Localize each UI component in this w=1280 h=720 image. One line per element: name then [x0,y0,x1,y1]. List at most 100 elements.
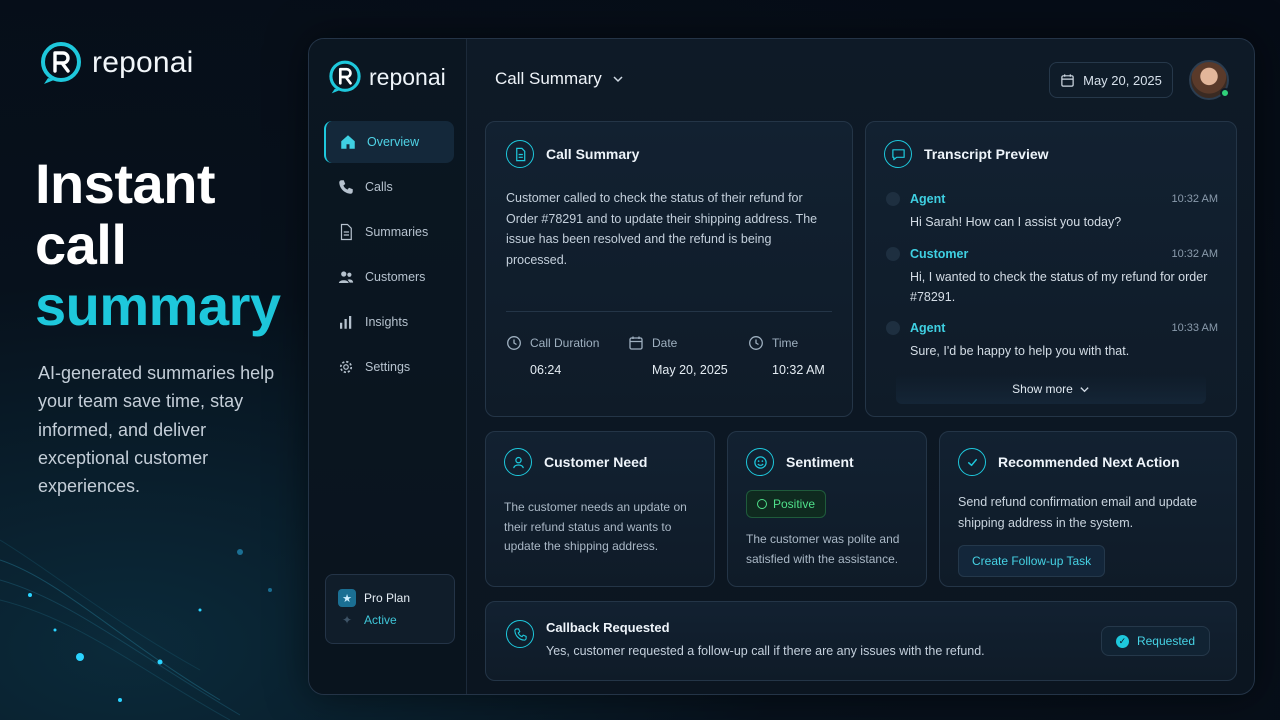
chat-bubble-icon [884,140,912,168]
check-circle-icon [958,448,986,476]
speaker-avatar-icon [886,192,900,206]
transcript-message: Agent 10:33 AM Sure, I'd be happy to hel… [886,321,1218,361]
speaker-avatar-icon [886,321,900,335]
page-title: Call Summary [495,69,602,88]
sidebar-item-summaries[interactable]: Summaries [324,211,454,253]
calendar-icon [1061,73,1074,87]
hero-brand-name: reponai [92,46,194,79]
message-text: Hi, I wanted to check the status of my r… [910,270,1208,304]
requested-badge: ✓ Requested [1100,626,1210,656]
sentiment-badge-label: Positive [773,497,816,511]
calendar-icon [629,336,643,350]
sidebar-item-settings[interactable]: Settings [324,346,454,388]
callback-card: Callback Requested Yes, customer request… [485,601,1237,681]
call-date: Date May 20, 2025 [628,335,748,377]
next-action-card: Recommended Next Action Send refund conf… [939,431,1237,587]
sentiment-title: Sentiment [786,454,854,470]
sidebar-item-label: Customers [365,270,426,284]
message-text: Sure, I'd be happy to help you with that… [910,344,1130,358]
transcript-message: Customer 10:32 AM Hi, I wanted to check … [886,247,1218,307]
document-icon [340,223,352,241]
next-action-title: Recommended Next Action [998,454,1180,470]
date-picker[interactable]: May 20, 2025 [1049,62,1173,98]
sidebar-item-label: Calls [365,180,393,194]
check-icon: ✓ [1115,634,1129,648]
sidebar-item-label: Settings [365,360,411,374]
page-title-dropdown[interactable]: Call Summary [495,69,624,89]
callback-text: Yes, customer requested a follow-up call… [546,644,985,658]
sidebar-brand-name: reponai [369,63,446,90]
create-follow-up-task-button[interactable]: Create Follow-up Task [958,545,1106,577]
call-time-value: 10:32 AM [772,363,825,377]
message-speaker: Agent [910,192,946,206]
user-avatar[interactable] [1189,60,1230,100]
status-dot-icon [757,499,767,509]
sentiment-card: Sentiment Positive The customer was poli… [727,431,927,587]
divider [506,311,832,312]
transcript-message: Agent 10:32 AM Hi Sarah! How can I assis… [886,192,1218,232]
sentiment-badge: Positive [746,490,827,518]
call-duration: Call Duration 06:24 [506,335,628,377]
sidebar-logo[interactable]: reponai [327,59,446,95]
transcript-title: Transcript Preview [924,146,1049,162]
call-summary-text: Customer called to check the status of t… [506,191,818,267]
customer-need-card: Customer Need The customer needs an upda… [485,431,715,587]
hero-title-line1: Instant [35,152,216,215]
call-date-value: May 20, 2025 [652,363,728,377]
message-time: 10:32 AM [1171,193,1218,205]
user-icon [504,448,532,476]
decorative-particles [0,539,272,720]
call-time: Time 10:32 AM [748,335,825,377]
call-meta: Call Duration 06:24 Date May 20, 2025 Ti… [506,335,832,377]
message-speaker: Customer [910,247,969,261]
home-icon [341,135,355,149]
users-icon [338,271,354,283]
sidebar-item-label: Summaries [365,225,429,239]
star-icon: ★ [338,589,356,607]
speaker-avatar-icon [886,247,900,261]
chevron-down-icon [613,76,623,83]
gear-icon [339,360,353,374]
show-more-button[interactable]: Show more [896,374,1206,404]
sidebar-item-overview[interactable]: Overview [324,121,454,163]
clock-icon [507,336,521,350]
sidebar-item-insights[interactable]: Insights [324,301,454,343]
show-more-label: Show more [1012,382,1073,396]
sidebar-item-calls[interactable]: Calls [324,166,454,208]
sidebar-item-customers[interactable]: Customers [324,256,454,298]
online-status-indicator [1220,88,1230,98]
transcript-preview-card: Transcript Preview Agent 10:32 AM Hi Sar… [865,121,1237,417]
plan-card[interactable]: ★ Pro Plan ✦ Active [325,574,455,644]
header-date: May 20, 2025 [1083,72,1162,88]
message-text: Hi Sarah! How can I assist you today? [910,215,1122,229]
clock-icon [749,336,763,350]
smile-icon [746,448,774,476]
phone-callback-icon [506,620,534,648]
call-date-label: Date [652,336,678,350]
sidebar: reponai Overview Calls Summaries Custome… [309,39,467,694]
hero-logo: reponai [38,40,193,86]
hero-title-line2: call [35,213,127,276]
plan-status: Active [364,613,397,627]
customer-need-text: The customer needs an update on their re… [504,500,687,554]
document-icon [506,140,534,168]
reponai-logo-icon [329,60,361,94]
call-duration-label: Call Duration [530,336,600,350]
reponai-logo-icon [41,42,81,84]
bar-chart-icon [340,316,352,329]
app-window: reponai Overview Calls Summaries Custome… [308,38,1255,695]
hero-description: AI-generated summaries help your team sa… [38,363,275,497]
call-time-label: Time [772,336,799,350]
hero-title: Instant call summary [35,153,281,336]
phone-icon [339,180,353,194]
call-summary-card: Call Summary Customer called to check th… [485,121,853,417]
sidebar-nav: Overview Calls Summaries Customers Insig… [324,121,454,391]
sentiment-text: The customer was polite and satisfied wi… [746,532,900,566]
plan-name: Pro Plan [364,591,411,605]
message-speaker: Agent [910,321,946,335]
callback-title: Callback Requested [546,620,670,635]
message-time: 10:33 AM [1171,322,1218,334]
sidebar-item-label: Insights [365,315,409,329]
hero-title-accent: summary [35,274,281,337]
customer-need-title: Customer Need [544,454,648,470]
